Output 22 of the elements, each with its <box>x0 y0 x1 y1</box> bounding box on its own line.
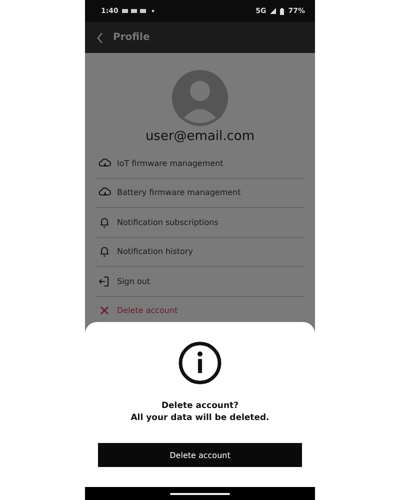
user-email: user@email.com <box>145 129 255 145</box>
info-icon <box>178 341 222 385</box>
menu-item[interactable]: Notification subscriptions <box>96 208 304 238</box>
menu-item[interactable]: Sign out <box>96 267 304 296</box>
menu-item[interactable]: IoT firmware management <box>96 149 304 178</box>
bell-icon <box>98 216 111 229</box>
dialog-message: All your data will be deleted. <box>130 413 270 423</box>
back-icon <box>97 32 103 42</box>
battery-icon <box>280 8 284 14</box>
bell-icon <box>98 245 111 258</box>
home-indicator[interactable] <box>170 492 230 494</box>
back-button[interactable] <box>97 32 103 42</box>
signal-icon <box>270 8 276 14</box>
notification-icons-drawing <box>122 8 156 14</box>
dialog-title: Delete account? <box>161 401 239 411</box>
menu-item[interactable]: Delete account <box>96 296 304 325</box>
delete-account-button[interactable]: Delete account <box>98 443 302 467</box>
menu-item[interactable]: Battery firmware management <box>96 178 304 208</box>
avatar-icon <box>172 70 228 126</box>
page-title: Profile <box>113 32 150 43</box>
menu-item[interactable]: Notification history <box>96 238 304 267</box>
sign-out-icon <box>98 274 111 288</box>
